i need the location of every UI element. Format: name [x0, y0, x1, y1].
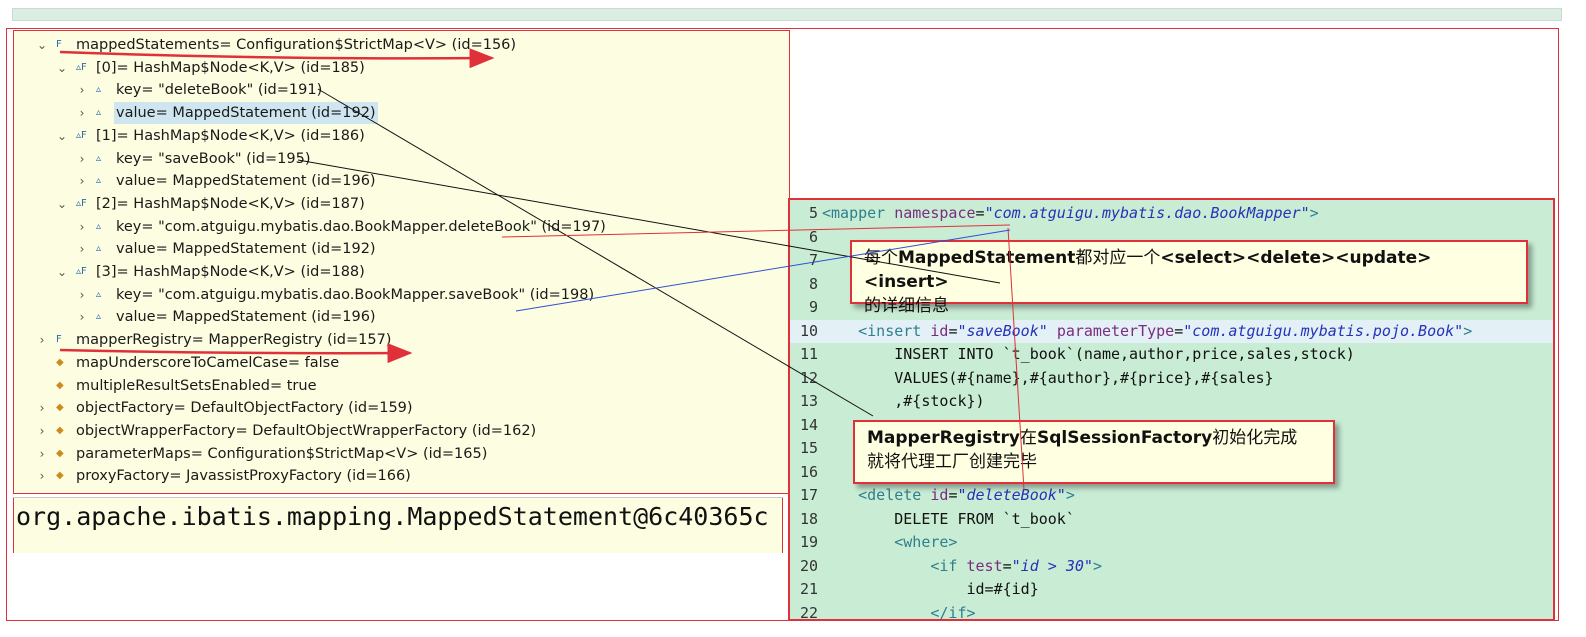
red-arrow-mapper-registry: [59, 343, 413, 364]
red-line-vertical: [1007, 227, 1025, 491]
blue-line-savebook-key: [515, 229, 1011, 312]
red-arrow-mapped-statements: [59, 48, 495, 69]
red-line-deletebook-key: [501, 224, 1011, 238]
connector-deletebook: [317, 88, 874, 417]
annotation-lines: [59, 48, 1025, 491]
